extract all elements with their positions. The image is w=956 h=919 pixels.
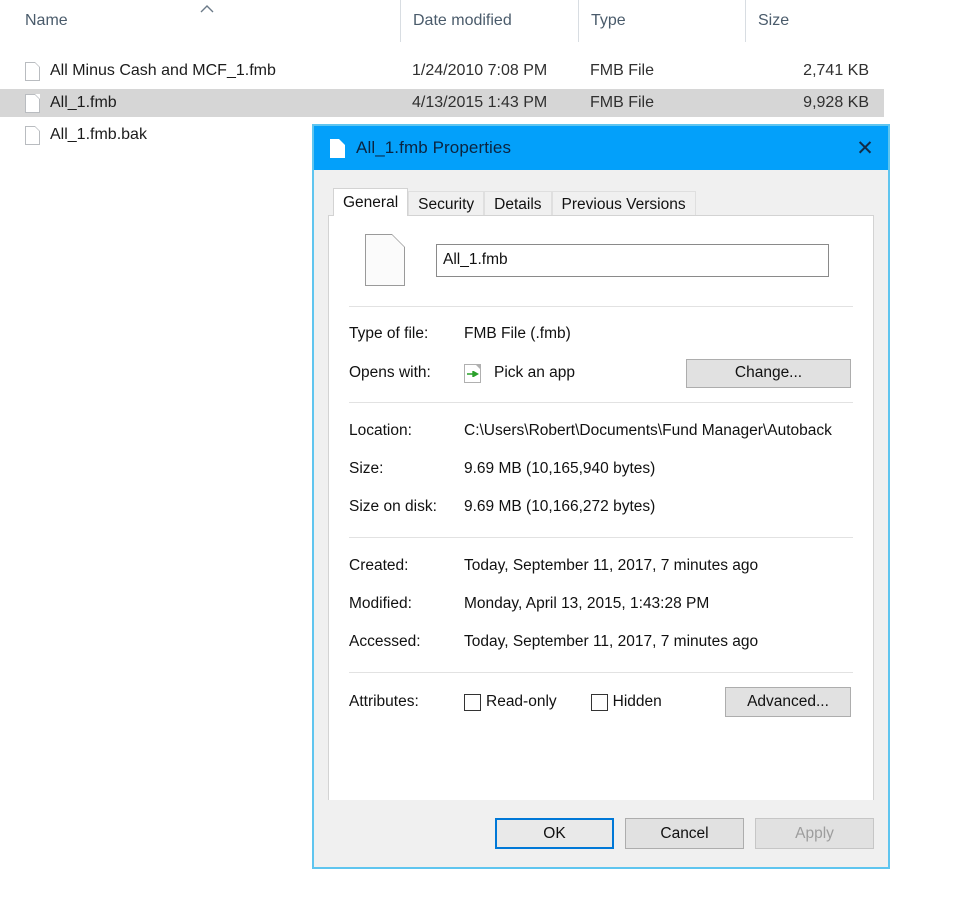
opens-with-label: Opens with: (349, 364, 431, 381)
file-timestamps-group: Created: Today, September 11, 2017, 7 mi… (329, 550, 873, 658)
created-label: Created: (349, 557, 409, 574)
modified-label: Modified: (349, 595, 412, 612)
file-location-group: Location: C:\Users\Robert\Documents\Fund… (329, 415, 873, 523)
tab-general[interactable]: General (333, 188, 409, 216)
file-size-cell: 2,741 KB (803, 62, 869, 79)
divider (349, 537, 853, 538)
column-header-type-label: Type (591, 12, 626, 29)
table-row[interactable]: All Minus Cash and MCF_1.fmb 1/24/2010 7… (0, 57, 884, 85)
tab-details-label: Details (494, 195, 542, 213)
column-header-type[interactable]: Type (578, 0, 743, 42)
column-header-name[interactable]: Name (25, 0, 405, 42)
location-label: Location: (349, 422, 412, 439)
column-header-name-label: Name (25, 12, 68, 29)
file-properties-dialog: All_1.fmb Properties ✕ General Security … (312, 124, 890, 869)
file-name-input[interactable] (436, 243, 829, 277)
size-on-disk-row: Size on disk: 9.69 MB (10,166,272 bytes) (329, 491, 873, 523)
type-of-file-row: Type of file: FMB File (.fmb) (329, 318, 873, 350)
tab-details[interactable]: Details (484, 191, 552, 217)
type-of-file-value: FMB File (.fmb) (464, 325, 571, 342)
file-name-cell: All_1.fmb.bak (50, 126, 147, 143)
file-date-cell: 4/13/2015 1:43 PM (412, 94, 548, 111)
dialog-titlebar[interactable]: All_1.fmb Properties ✕ (314, 126, 888, 170)
file-name-section (329, 216, 873, 286)
accessed-label: Accessed: (349, 633, 421, 650)
dialog-title: All_1.fmb Properties (356, 138, 512, 157)
accessed-value: Today, September 11, 2017, 7 minutes ago (464, 633, 759, 650)
file-type-cell: FMB File (590, 62, 654, 79)
attributes-row: Attributes: Read-only Hidden Advanced... (329, 685, 873, 719)
opens-with-row: Opens with: Pick an app Change... (329, 357, 873, 389)
dialog-footer: OK Cancel Apply (314, 800, 888, 867)
file-icon (330, 138, 345, 158)
created-row: Created: Today, September 11, 2017, 7 mi… (329, 550, 873, 582)
location-row: Location: C:\Users\Robert\Documents\Fund… (329, 415, 873, 447)
ok-button[interactable]: OK (495, 818, 614, 849)
readonly-checkbox[interactable]: Read-only (464, 693, 557, 711)
apply-button: Apply (755, 818, 874, 849)
file-type-group: Type of file: FMB File (.fmb) Opens with… (329, 318, 873, 389)
cancel-button[interactable]: Cancel (625, 818, 744, 849)
divider (349, 306, 853, 307)
file-icon (25, 61, 40, 81)
column-header-size-label: Size (758, 12, 790, 29)
advanced-button[interactable]: Advanced... (725, 687, 851, 717)
file-icon (25, 125, 40, 145)
pick-an-app-icon (464, 363, 481, 383)
modified-value: Monday, April 13, 2015, 1:43:28 PM (464, 595, 710, 612)
hidden-label: Hidden (612, 693, 662, 710)
column-header-date-modified[interactable]: Date modified (400, 0, 575, 42)
file-size-cell: 9,928 KB (803, 94, 869, 111)
general-tab-panel: Type of file: FMB File (.fmb) Opens with… (328, 215, 874, 816)
tab-strip: General Security Details Previous Versio… (314, 188, 888, 217)
close-icon[interactable]: ✕ (842, 126, 888, 170)
tab-general-label: General (343, 193, 399, 211)
table-row[interactable]: All_1.fmb 4/13/2015 1:43 PM FMB File 9,9… (0, 89, 884, 117)
change-button[interactable]: Change... (686, 358, 851, 388)
file-icon (25, 93, 40, 113)
size-on-disk-label: Size on disk: (349, 498, 437, 515)
tab-previous-versions[interactable]: Previous Versions (551, 191, 696, 217)
file-name-cell: All Minus Cash and MCF_1.fmb (50, 62, 276, 79)
size-on-disk-value: 9.69 MB (10,166,272 bytes) (464, 498, 656, 515)
size-label: Size: (349, 460, 384, 477)
divider (349, 402, 853, 403)
column-header-date-modified-label: Date modified (413, 12, 512, 29)
column-header-size[interactable]: Size (745, 0, 885, 42)
file-type-cell: FMB File (590, 94, 654, 111)
file-name-cell: All_1.fmb (50, 94, 117, 111)
attributes-label: Attributes: (349, 693, 419, 710)
checkbox-box (590, 693, 608, 711)
type-of-file-label: Type of file: (349, 325, 429, 342)
tab-security-label: Security (418, 195, 475, 213)
hidden-checkbox[interactable]: Hidden (590, 693, 662, 711)
checkbox-box (464, 693, 481, 711)
file-icon-large (365, 234, 405, 286)
size-row: Size: 9.69 MB (10,165,940 bytes) (329, 453, 873, 485)
location-value: C:\Users\Robert\Documents\Fund Manager\A… (464, 422, 832, 439)
created-value: Today, September 11, 2017, 7 minutes ago (464, 557, 759, 574)
divider (349, 672, 853, 673)
file-date-cell: 1/24/2010 7:08 PM (412, 62, 548, 79)
size-value: 9.69 MB (10,165,940 bytes) (464, 460, 656, 477)
readonly-label: Read-only (486, 693, 557, 710)
opens-with-value: Pick an app (494, 364, 575, 381)
tab-security[interactable]: Security (408, 191, 485, 217)
tab-previous-versions-label: Previous Versions (561, 195, 686, 213)
modified-row: Modified: Monday, April 13, 2015, 1:43:2… (329, 588, 873, 620)
accessed-row: Accessed: Today, September 11, 2017, 7 m… (329, 626, 873, 658)
